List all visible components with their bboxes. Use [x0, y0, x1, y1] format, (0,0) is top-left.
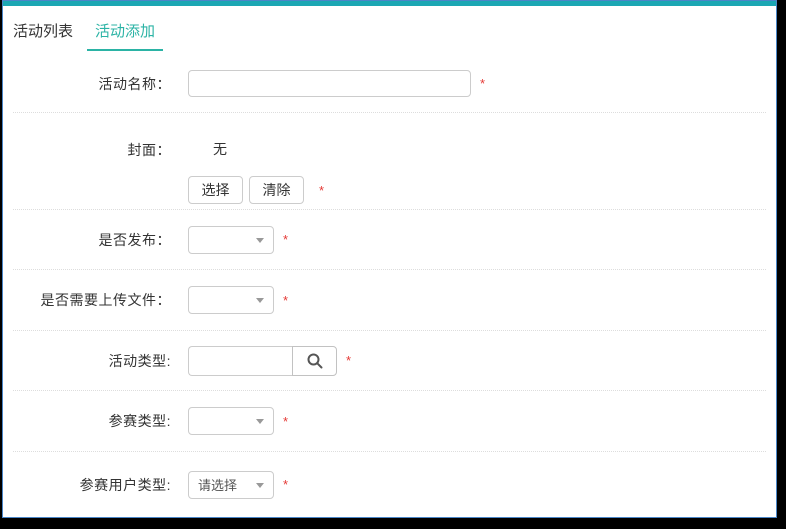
field-label: 活动名称： [13, 74, 171, 94]
chevron-down-icon [256, 419, 264, 424]
publish-select[interactable] [188, 226, 274, 254]
need-upload-select[interactable] [188, 286, 274, 314]
tab-bar: 活动列表 活动添加 [3, 6, 776, 55]
chevron-down-icon [256, 298, 264, 303]
chevron-down-icon [256, 238, 264, 243]
required-asterisk: * [319, 183, 324, 198]
tab-label: 活动列表 [13, 20, 73, 41]
form-row-publish: 是否发布： * [13, 210, 766, 270]
field-label: 活动类型: [13, 351, 171, 371]
search-icon [306, 352, 324, 370]
required-asterisk: * [283, 232, 288, 247]
form-row-activity-name: 活动名称： * [13, 55, 766, 113]
field-label: 参赛类型: [13, 411, 171, 431]
tab-activity-list[interactable]: 活动列表 [11, 6, 75, 55]
tab-activity-add[interactable]: 活动添加 [93, 6, 157, 55]
tab-label: 活动添加 [95, 20, 155, 41]
field-label: 封面： [13, 113, 171, 160]
field-label: 是否发布： [13, 230, 171, 250]
form-row-need-upload: 是否需要上传文件： * [13, 270, 766, 331]
cover-select-button[interactable]: 选择 [188, 176, 243, 204]
chevron-down-icon [256, 483, 264, 488]
cover-clear-button[interactable]: 清除 [249, 176, 304, 204]
form-row-cover: 封面： 无 选择 清除 * [13, 113, 766, 210]
activity-add-form: 活动名称： * 封面： 无 选择 清除 * 是否发布： [3, 55, 776, 517]
form-row-user-type: 参赛用户类型: 请选择 * [13, 452, 766, 517]
activity-type-input[interactable] [188, 346, 292, 376]
required-asterisk: * [480, 76, 485, 91]
required-asterisk: * [283, 414, 288, 429]
form-row-activity-type: 活动类型: * [13, 331, 766, 391]
activity-name-input[interactable] [188, 70, 471, 97]
user-type-select[interactable]: 请选择 [188, 471, 274, 499]
required-asterisk: * [346, 353, 351, 368]
form-row-compete-type: 参赛类型: * [13, 391, 766, 452]
compete-type-select[interactable] [188, 407, 274, 435]
required-asterisk: * [283, 477, 288, 492]
field-label: 是否需要上传文件： [13, 290, 171, 310]
activity-type-search-button[interactable] [292, 346, 337, 376]
cover-current-value: 无 [188, 139, 227, 159]
field-label: 参赛用户类型: [13, 475, 171, 495]
required-asterisk: * [283, 293, 288, 308]
window-frame: 活动列表 活动添加 活动名称： * 封面： 无 选择 清除 * [2, 0, 777, 518]
select-value: 请选择 [198, 475, 237, 494]
